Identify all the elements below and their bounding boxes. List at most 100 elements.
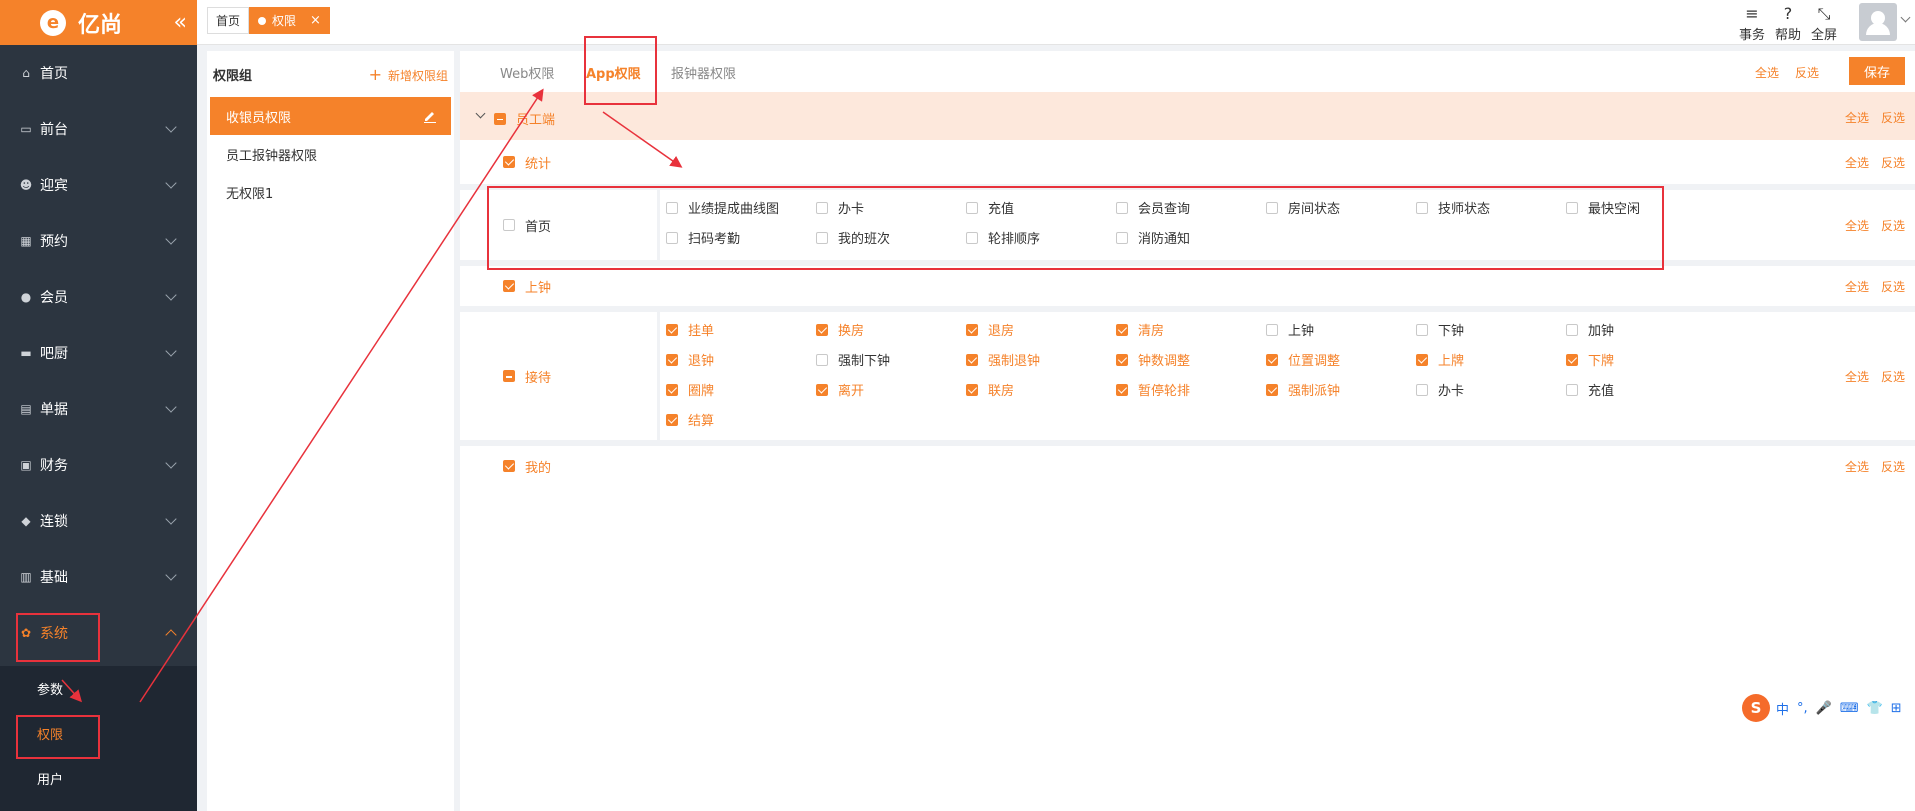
select-all-link[interactable]: 全选 [1845,111,1869,125]
option-checkbox[interactable] [1116,201,1128,214]
option-checkbox[interactable] [816,353,828,366]
option-checkbox[interactable] [1416,323,1428,336]
permission-option[interactable]: 扫码考勤 [666,228,740,247]
section-checkbox[interactable] [503,280,515,292]
permission-option[interactable]: 充值 [1566,380,1614,399]
option-checkbox[interactable] [1266,201,1278,214]
microphone-icon[interactable]: 🎤 [1816,701,1832,716]
permission-option[interactable]: 消防通知 [1116,228,1190,247]
option-checkbox[interactable] [1266,383,1278,396]
permission-option[interactable]: 技师状态 [1416,198,1490,217]
select-all-link[interactable]: 全选 [1845,219,1869,233]
permission-option[interactable]: 暂停轮排 [1116,380,1190,399]
option-checkbox[interactable] [816,323,828,336]
select-all-link[interactable]: 全选 [1845,460,1869,474]
option-checkbox[interactable] [666,201,678,214]
permission-option[interactable]: 办卡 [1416,380,1464,399]
invert-link[interactable]: 反选 [1881,219,1905,233]
sidebar-item-5[interactable]: ▬ 吧厨 [0,325,197,381]
submenu-item-2[interactable]: 用户 [0,756,197,801]
sidebar-item-1[interactable]: ▭ 前台 [0,101,197,157]
invert-link[interactable]: 反选 [1881,111,1905,125]
submenu-item-0[interactable]: 参数 [0,666,197,711]
option-checkbox[interactable] [1416,383,1428,396]
option-checkbox[interactable] [1116,353,1128,366]
option-checkbox[interactable] [1116,323,1128,336]
sidebar-item-3[interactable]: ▦ 预约 [0,213,197,269]
option-checkbox[interactable] [1266,323,1278,336]
chinese-mode-icon[interactable]: 中 [1776,699,1789,718]
option-checkbox[interactable] [666,413,678,426]
option-checkbox[interactable] [1566,201,1578,214]
permission-option[interactable]: 强制派钟 [1266,380,1340,399]
tab-clock-permissions[interactable]: 报钟器权限 [671,63,736,82]
permission-option[interactable]: 退房 [966,320,1014,339]
option-checkbox[interactable] [816,231,828,244]
keyboard-icon[interactable]: ⌨ [1840,701,1859,716]
invert-link[interactable]: 反选 [1881,460,1905,474]
option-checkbox[interactable] [816,201,828,214]
sidebar-item-8[interactable]: ◆ 连锁 [0,493,197,549]
sidebar-item-10[interactable]: ✿ 系统 [0,605,197,661]
save-button[interactable]: 保存 [1849,57,1905,85]
option-checkbox[interactable] [966,353,978,366]
section-checkbox[interactable] [503,219,515,231]
permission-option[interactable]: 圈牌 [666,380,714,399]
option-checkbox[interactable] [1416,353,1428,366]
permission-option[interactable]: 清房 [1116,320,1164,339]
sogou-logo-icon[interactable]: S [1742,694,1770,722]
header-button-2[interactable]: ⤡ 全屏 [1807,4,1841,43]
option-checkbox[interactable] [1116,383,1128,396]
tab-home[interactable]: 首页 [207,7,250,34]
sidebar-item-9[interactable]: ▥ 基础 [0,549,197,605]
sidebar-item-2[interactable]: ☻ 迎宾 [0,157,197,213]
permission-option[interactable]: 我的班次 [816,228,890,247]
option-checkbox[interactable] [666,383,678,396]
sidebar-item-0[interactable]: ⌂ 首页 [0,45,197,101]
section-checkbox[interactable] [503,370,515,382]
permission-option[interactable]: 轮排顺序 [966,228,1040,247]
option-checkbox[interactable] [966,383,978,396]
section-checkbox[interactable] [503,460,515,472]
root-checkbox[interactable] [494,112,506,125]
chevron-down-icon[interactable] [1900,12,1911,23]
option-checkbox[interactable] [966,201,978,214]
group-item[interactable]: 员工报钟器权限 [210,135,451,173]
permission-option[interactable]: 离开 [816,380,864,399]
permission-option[interactable]: 会员查询 [1116,198,1190,217]
option-checkbox[interactable] [666,231,678,244]
select-all-link[interactable]: 全选 [1845,156,1869,170]
option-checkbox[interactable] [666,323,678,336]
sidebar-item-7[interactable]: ▣ 财务 [0,437,197,493]
permission-option[interactable]: 最快空闲 [1566,198,1640,217]
select-all-link[interactable]: 全选 [1755,64,1779,81]
tab-app-permissions[interactable]: App权限 [586,63,641,82]
group-item[interactable]: 无权限1 [210,173,451,211]
invert-link[interactable]: 反选 [1881,156,1905,170]
permission-option[interactable]: 业绩提成曲线图 [666,198,779,217]
permission-option[interactable]: 下钟 [1416,320,1464,339]
group-item[interactable]: 收银员权限 [210,97,451,135]
permission-option[interactable]: 换房 [816,320,864,339]
avatar[interactable] [1859,3,1897,41]
select-all-link[interactable]: 全选 [1845,370,1869,384]
sidebar-item-6[interactable]: ▤ 单据 [0,381,197,437]
permission-option[interactable]: 加钟 [1566,320,1614,339]
toolbox-icon[interactable]: ⊞ [1891,701,1902,716]
submenu-item-1[interactable]: 权限 [0,711,197,756]
tab-permissions[interactable]: 权限 × [249,7,330,34]
skin-icon[interactable]: 👕 [1867,701,1883,716]
permission-option[interactable]: 上牌 [1416,350,1464,369]
option-checkbox[interactable] [1416,201,1428,214]
select-all-link[interactable]: 全选 [1845,280,1869,294]
permission-option[interactable]: 房间状态 [1266,198,1340,217]
permission-option[interactable]: 上钟 [1266,320,1314,339]
permission-option[interactable]: 强制下钟 [816,350,890,369]
permission-option[interactable]: 结算 [666,410,714,429]
option-checkbox[interactable] [1566,383,1578,396]
permission-option[interactable]: 强制退钟 [966,350,1040,369]
option-checkbox[interactable] [816,383,828,396]
sidebar-item-4[interactable]: ● 会员 [0,269,197,325]
option-checkbox[interactable] [1566,353,1578,366]
option-checkbox[interactable] [1566,323,1578,336]
